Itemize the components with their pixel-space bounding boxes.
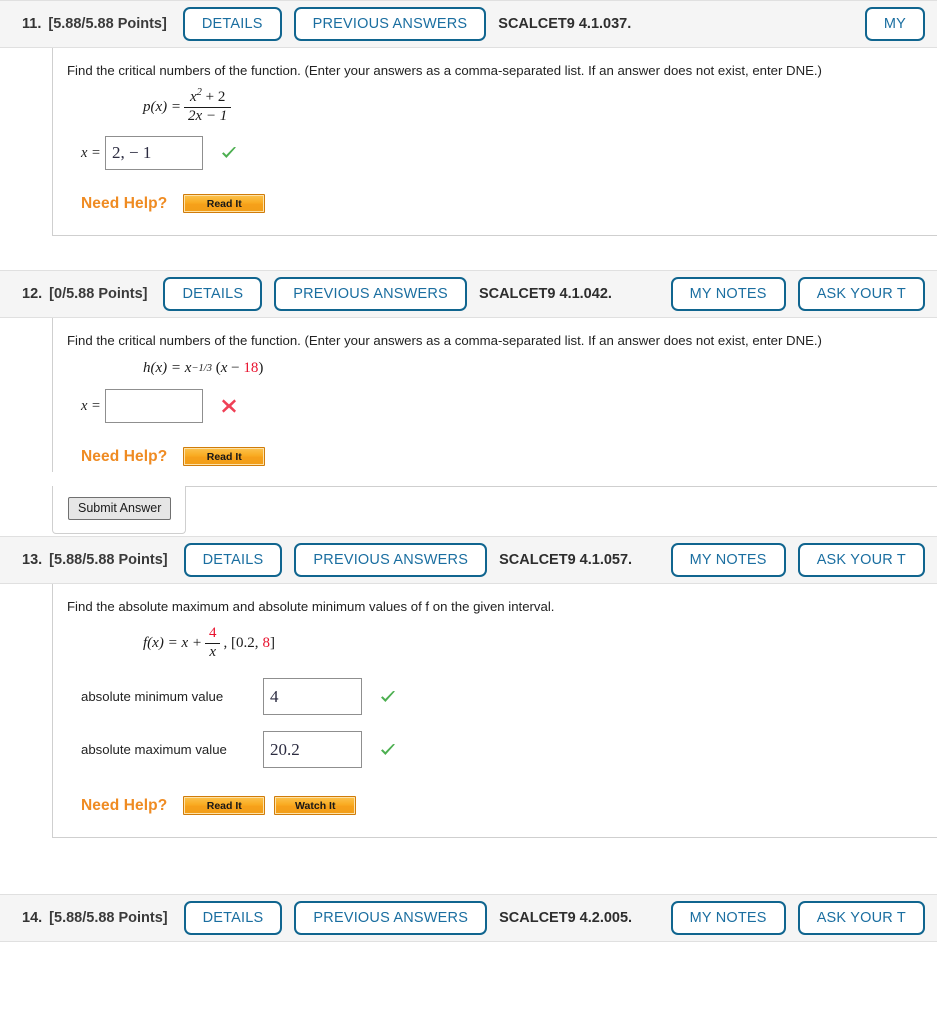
factor-close: ) xyxy=(258,360,264,377)
submit-answer-bar: Submit Answer xyxy=(52,486,937,536)
question-points: [5.88/5.88 Points] xyxy=(49,552,168,569)
previous-answers-button[interactable]: PREVIOUS ANSWERS xyxy=(293,7,487,41)
previous-answers-button[interactable]: PREVIOUS ANSWERS xyxy=(294,543,488,578)
x-equals-label: x = xyxy=(81,144,101,161)
fraction-denominator: x xyxy=(205,642,221,661)
power-base: x xyxy=(184,360,192,377)
answer-input[interactable]: 2, − 1 xyxy=(105,136,203,171)
my-notes-button[interactable]: MY NOTES xyxy=(670,901,786,936)
question-prompt: Find the absolute maximum and absolute m… xyxy=(67,599,555,615)
question-prompt: Find the critical numbers of the functio… xyxy=(67,333,822,349)
correct-check-icon xyxy=(219,143,239,163)
question-code: SCALCET9 4.1.042. xyxy=(478,286,612,303)
question-code: SCALCET9 4.1.057. xyxy=(499,552,633,569)
question-code: SCALCET9 4.1.037. xyxy=(498,16,632,32)
question-points: [5.88/5.88 Points] xyxy=(49,910,168,927)
interval-prefix: , [0.2, xyxy=(223,634,259,651)
function-label: f(x) = x + xyxy=(143,634,202,651)
question-body-12: Find the critical numbers of the functio… xyxy=(52,318,937,473)
need-help-label: Need Help? xyxy=(81,194,168,212)
section-gap xyxy=(0,236,937,271)
question-number: 12. xyxy=(22,286,43,303)
answer-row-max: absolute maximum value 20.2 xyxy=(67,731,937,769)
details-button[interactable]: DETAILS xyxy=(183,901,283,936)
answer-row-11: x = 2, − 1 xyxy=(67,136,937,171)
details-button[interactable]: DETAILS xyxy=(183,543,283,578)
question-number: 14. xyxy=(22,910,43,927)
question-block-11: 11. [5.88/5.88 Points] DETAILS PREVIOUS … xyxy=(0,0,937,237)
fraction: x2 + 2 2x − 1 xyxy=(184,86,232,125)
previous-answers-button[interactable]: PREVIOUS ANSWERS xyxy=(294,901,488,936)
need-help-label: Need Help? xyxy=(81,796,168,814)
question-number: 13. xyxy=(22,552,43,569)
my-notes-button[interactable]: MY NOTES xyxy=(670,543,786,578)
factor-variable: x xyxy=(220,360,228,377)
correct-check-icon xyxy=(378,687,398,707)
x-equals-label: x = xyxy=(81,397,101,414)
interval-value: 8 xyxy=(262,634,270,651)
submit-divider-line xyxy=(186,486,937,488)
need-help-row-13: Need Help? Read It Watch It xyxy=(67,796,937,816)
function-label: h(x) = xyxy=(143,360,182,377)
function-expression-13: f(x) = x + 4 x , [0.2, 8] xyxy=(67,624,937,661)
absolute-maximum-label: absolute maximum value xyxy=(81,742,227,758)
question-code: SCALCET9 4.2.005. xyxy=(499,910,633,927)
details-button[interactable]: DETAILS xyxy=(182,7,282,41)
numerator-exponent: 2 xyxy=(196,86,202,98)
question-block-13: 13. [5.88/5.88 Points] DETAILS PREVIOUS … xyxy=(0,536,937,839)
read-it-button[interactable]: Read It xyxy=(183,447,266,467)
read-it-button[interactable]: Read It xyxy=(183,194,266,214)
question-body-13: Find the absolute maximum and absolute m… xyxy=(52,584,937,839)
question-body-11: Find the critical numbers of the functio… xyxy=(52,48,937,237)
question-header-14: 14. [5.88/5.88 Points] DETAILS PREVIOUS … xyxy=(0,894,937,943)
answer-row-12: x = xyxy=(67,389,937,424)
interval-suffix: ] xyxy=(269,634,275,651)
question-block-12: 12. [0/5.88 Points] DETAILS PREVIOUS ANS… xyxy=(0,270,937,537)
question-prompt: Find the critical numbers of the functio… xyxy=(67,63,822,78)
fraction-numerator: 4 xyxy=(208,624,217,641)
fraction: 4 x xyxy=(205,624,221,661)
read-it-button[interactable]: Read It xyxy=(183,796,266,816)
ask-your-teacher-button[interactable]: ASK YOUR T xyxy=(797,543,925,578)
previous-answers-button[interactable]: PREVIOUS ANSWERS xyxy=(274,277,467,312)
question-block-14: 14. [5.88/5.88 Points] DETAILS PREVIOUS … xyxy=(0,894,937,943)
question-header-13: 13. [5.88/5.88 Points] DETAILS PREVIOUS … xyxy=(0,536,937,585)
section-gap xyxy=(0,838,937,895)
question-number: 11. xyxy=(22,16,42,32)
ask-your-teacher-button[interactable]: ASK YOUR T xyxy=(797,901,925,936)
factor-value: 18 xyxy=(243,360,259,377)
need-help-row-11: Need Help? Read It xyxy=(67,194,937,214)
details-button[interactable]: DETAILS xyxy=(163,277,263,312)
function-label: p(x) = xyxy=(143,98,182,115)
absolute-minimum-input[interactable]: 4 xyxy=(263,678,362,716)
absolute-maximum-input[interactable]: 20.2 xyxy=(263,731,362,769)
question-points: [5.88/5.88 Points] xyxy=(48,16,167,32)
my-notes-button[interactable]: MY xyxy=(864,7,925,41)
answer-row-min: absolute minimum value 4 xyxy=(67,678,937,716)
question-header-12: 12. [0/5.88 Points] DETAILS PREVIOUS ANS… xyxy=(0,270,937,319)
watch-it-button[interactable]: Watch It xyxy=(274,796,357,816)
pre-submit-gap xyxy=(0,472,937,487)
factor-open: ( xyxy=(211,360,221,377)
correct-check-icon xyxy=(378,740,398,760)
function-expression-11: p(x) = x2 + 2 2x − 1 xyxy=(67,86,937,125)
numerator-base: x xyxy=(189,88,197,105)
need-help-row-12: Need Help? Read It xyxy=(67,447,937,467)
fraction-denominator: 2x − 1 xyxy=(184,106,232,125)
fraction-numerator: x2 + 2 xyxy=(186,86,229,107)
question-header-11: 11. [5.88/5.88 Points] DETAILS PREVIOUS … xyxy=(0,0,937,48)
submit-answer-button[interactable]: Submit Answer xyxy=(68,497,172,521)
ask-your-teacher-button[interactable]: ASK YOUR T xyxy=(797,277,925,312)
absolute-minimum-label: absolute minimum value xyxy=(81,689,224,705)
factor-minus: − xyxy=(227,360,244,377)
incorrect-cross-icon xyxy=(219,396,239,416)
need-help-label: Need Help? xyxy=(81,447,168,465)
function-expression-12: h(x) = x −1/3 (x − 18) xyxy=(143,360,264,377)
answer-input[interactable] xyxy=(105,389,203,424)
my-notes-button[interactable]: MY NOTES xyxy=(670,277,786,312)
numerator-rest: + 2 xyxy=(205,88,226,105)
question-points: [0/5.88 Points] xyxy=(49,286,148,303)
